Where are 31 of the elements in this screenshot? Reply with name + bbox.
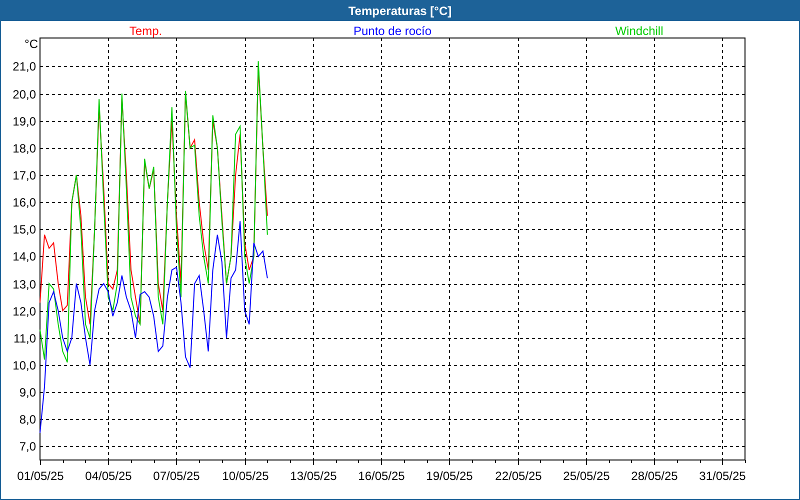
y-tick-label: 20,0	[12, 88, 36, 102]
y-tick-label: 9,0	[19, 386, 36, 400]
x-tick-label: 07/05/25	[153, 469, 200, 483]
y-tick-label: 11,0	[14, 332, 36, 346]
x-tick-label: 31/05/25	[699, 469, 746, 483]
y-tick-label: 12,0	[12, 304, 36, 318]
legend-label: Temp.	[129, 24, 162, 38]
y-tick-label: 17,0	[12, 168, 36, 182]
x-tick-label: 13/05/25	[290, 469, 337, 483]
y-tick-label: 13,0	[12, 278, 36, 292]
window-title: Temperaturas [°C]	[1, 0, 799, 21]
x-tick-label: 22/05/25	[495, 469, 542, 483]
x-tick-label: 04/05/25	[85, 469, 132, 483]
legend-label: Punto de rocío	[353, 24, 432, 38]
y-tick-label: 18,0	[12, 142, 36, 156]
y-tick-label: 14,0	[12, 250, 36, 264]
y-tick-label: 7,0	[19, 440, 36, 454]
y-tick-label: 19,0	[12, 114, 36, 128]
x-tick-label: 16/05/25	[358, 469, 405, 483]
x-tick-label: 10/05/25	[222, 469, 269, 483]
y-tick-label: 15,0	[12, 222, 36, 236]
x-tick-label: 01/05/25	[17, 469, 64, 483]
x-tick-label: 25/05/25	[563, 469, 610, 483]
y-tick-label: 21,0	[12, 60, 36, 74]
y-tick-label: 10,0	[12, 358, 36, 372]
y-tick-label: 8,0	[19, 412, 36, 426]
y-axis-unit: °C	[24, 37, 38, 51]
legend-label: Windchill	[615, 24, 664, 38]
x-tick-label: 28/05/25	[631, 469, 678, 483]
y-tick-label: 16,0	[12, 196, 36, 210]
x-tick-label: 19/05/25	[426, 469, 473, 483]
